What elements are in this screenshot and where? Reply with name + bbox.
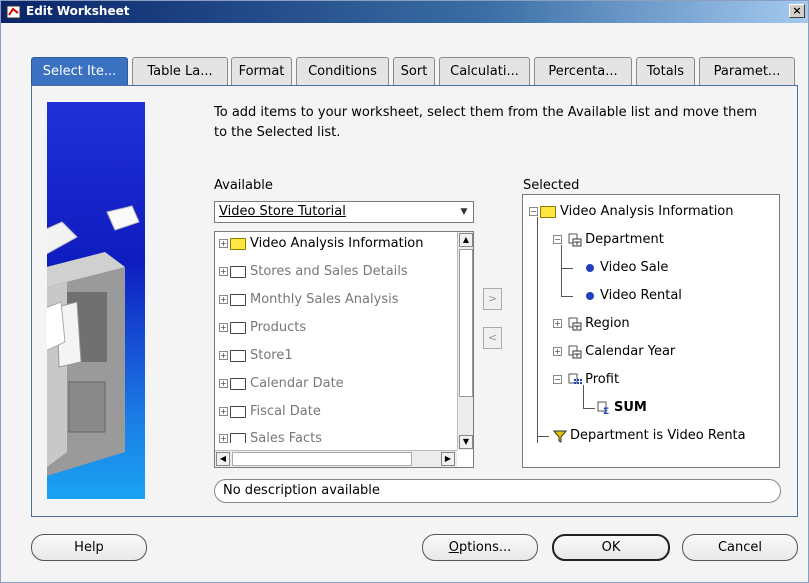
help-button[interactable]: Help [31, 534, 147, 561]
item-dot-icon [586, 291, 594, 300]
dropdown-value: Video Store Tutorial [219, 204, 346, 219]
selected-item-region[interactable]: + Region [553, 314, 630, 334]
select-items-panel: To add items to your worksheet, select t… [16, 85, 798, 517]
available-item[interactable]: + Calendar Date [219, 374, 344, 394]
svg-text:Σ: Σ [603, 407, 609, 415]
scroll-left-icon[interactable]: ◀ [216, 452, 230, 466]
selected-item-calendar-year[interactable]: + Calendar Year [553, 342, 675, 362]
title-bar[interactable]: Edit Worksheet × [1, 1, 808, 23]
available-item[interactable]: + Fiscal Date [219, 402, 321, 422]
expand-icon[interactable]: + [219, 351, 228, 360]
expand-icon[interactable]: + [219, 434, 228, 443]
selected-item-video-sale[interactable]: Video Sale [586, 258, 668, 278]
scroll-up-icon[interactable]: ▲ [459, 233, 473, 247]
selected-item-condition[interactable]: Department is Video Renta [553, 426, 746, 446]
description-bar: No description available [214, 479, 781, 503]
remove-from-selected-button[interactable]: < [483, 327, 502, 349]
chevron-down-icon[interactable]: ▼ [457, 204, 471, 220]
hierarchy-icon [568, 233, 582, 246]
available-list[interactable]: + Video Analysis Information + Stores and … [214, 231, 474, 468]
selected-label: Selected [523, 178, 580, 193]
options-button[interactable]: Options... [422, 534, 538, 561]
tab-table-layout[interactable]: Table La... [132, 57, 228, 86]
selected-item-root[interactable]: − Video Analysis Information [529, 202, 734, 222]
selected-item-profit[interactable]: − Profit [553, 370, 619, 390]
item-dot-icon [586, 263, 594, 272]
tree-connector [561, 296, 573, 297]
expand-icon[interactable]: + [219, 267, 228, 276]
measure-icon [568, 373, 583, 384]
sum-icon: Σ [597, 401, 609, 415]
cabinet-illustration [16, 102, 145, 499]
tree-connector [561, 268, 573, 269]
expand-icon[interactable]: + [219, 407, 228, 416]
tab-sort[interactable]: Sort [393, 57, 435, 86]
vertical-scrollbar[interactable]: ▲ ▼ [457, 232, 473, 450]
folder-icon [230, 321, 246, 334]
available-item[interactable]: + Video Analysis Information [219, 234, 424, 254]
expand-icon[interactable]: + [219, 295, 228, 304]
filter-funnel-icon [553, 430, 567, 443]
hierarchy-icon [568, 317, 582, 330]
ok-button[interactable]: OK [552, 534, 670, 561]
folder-icon [540, 205, 556, 218]
selected-item-sum[interactable]: Σ SUM [597, 398, 647, 418]
tab-select-items[interactable]: Select Ite... [31, 57, 128, 87]
selected-item-video-rental[interactable]: Video Rental [586, 286, 682, 306]
folder-icon [230, 293, 246, 306]
available-item[interactable]: + Monthly Sales Analysis [219, 290, 398, 310]
horizontal-scrollbar[interactable]: ◀ ▶ [215, 450, 457, 467]
available-item[interactable]: + Products [219, 318, 306, 338]
expand-icon[interactable]: + [553, 347, 562, 356]
folder-icon [230, 265, 246, 278]
tree-connector [561, 245, 562, 297]
available-item[interactable]: + Stores and Sales Details [219, 262, 408, 282]
filing-cabinet-icon [16, 205, 140, 482]
hierarchy-icon [568, 345, 582, 358]
scroll-down-icon[interactable]: ▼ [459, 435, 473, 449]
expand-icon[interactable]: + [219, 239, 228, 248]
tab-format[interactable]: Format [231, 57, 292, 86]
folder-icon [230, 237, 246, 250]
collapse-icon[interactable]: − [553, 235, 562, 244]
scroll-right-icon[interactable]: ▶ [441, 452, 455, 466]
folder-icon [230, 377, 246, 390]
folder-icon [230, 349, 246, 362]
collapse-icon[interactable]: − [553, 375, 562, 384]
tab-totals[interactable]: Totals [636, 57, 695, 86]
scroll-thumb[interactable] [459, 249, 473, 397]
tab-parameters[interactable]: Paramet... [699, 57, 795, 86]
folder-icon [230, 432, 246, 443]
tab-calculations[interactable]: Calculati... [439, 57, 530, 86]
business-area-dropdown[interactable]: Video Store Tutorial ▼ [214, 201, 474, 223]
folder-icon [230, 405, 246, 418]
instructions-text: To add items to your worksheet, select t… [214, 105, 758, 140]
app-icon [6, 5, 21, 19]
available-label: Available [214, 178, 273, 193]
expand-icon[interactable]: + [553, 319, 562, 328]
scroll-thumb[interactable] [232, 452, 412, 466]
collapse-icon[interactable]: − [529, 207, 538, 216]
tab-conditions[interactable]: Conditions [296, 57, 389, 86]
selected-item-department[interactable]: − Department [553, 230, 664, 250]
edit-worksheet-dialog: Edit Worksheet × Select Ite... Table La.… [0, 0, 809, 583]
available-item[interactable]: + Sales Facts [219, 429, 322, 443]
expand-icon[interactable]: + [219, 323, 228, 332]
cancel-button[interactable]: Cancel [682, 534, 798, 561]
available-item[interactable]: + Store1 [219, 346, 293, 366]
tree-connector [583, 408, 595, 409]
window-title: Edit Worksheet [26, 4, 130, 18]
add-to-selected-button[interactable]: > [483, 288, 502, 310]
tree-connector [537, 436, 549, 437]
expand-icon[interactable]: + [219, 379, 228, 388]
tree-connector [537, 217, 538, 443]
close-icon[interactable]: × [789, 4, 805, 18]
tab-percentages[interactable]: Percenta... [534, 57, 632, 86]
selected-tree[interactable]: − Video Analysis Information − Department… [522, 194, 780, 468]
